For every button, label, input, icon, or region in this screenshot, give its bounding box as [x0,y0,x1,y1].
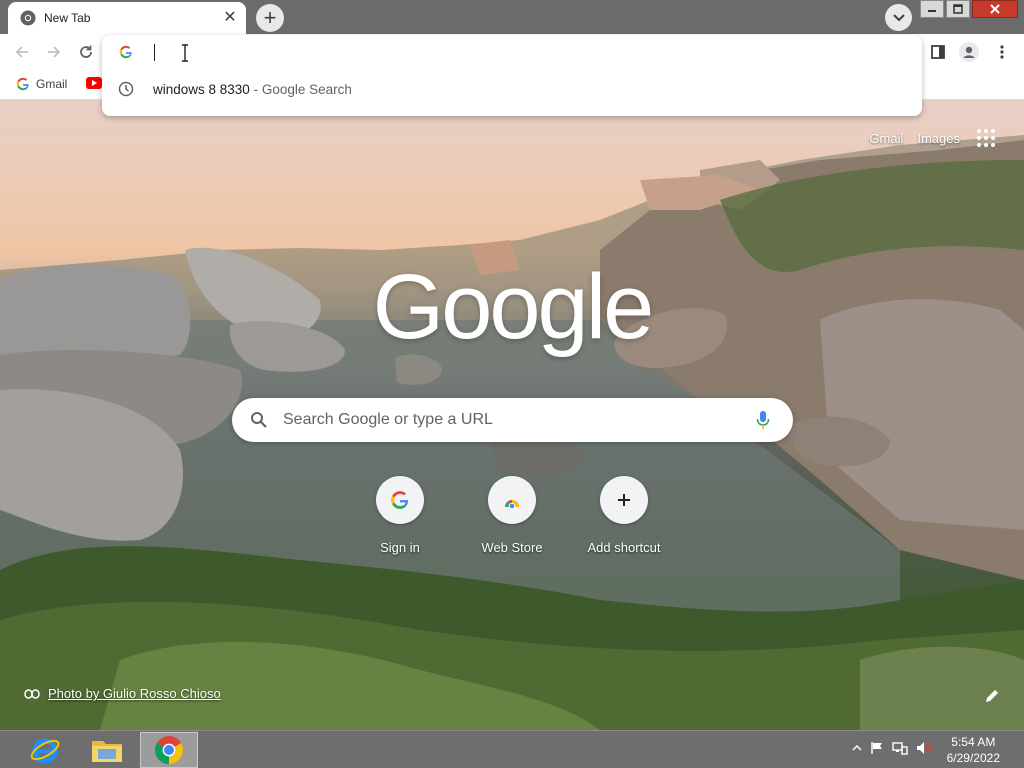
bookmark-youtube[interactable] [86,77,102,89]
shortcut-sign-in[interactable]: Sign in [344,476,456,555]
side-panel-button[interactable] [928,42,948,62]
shortcut-web-store-label: Web Store [481,540,543,555]
reload-icon [80,45,92,58]
ntp-search-box[interactable]: Search Google or type a URL [232,398,793,442]
back-arrow-icon [15,46,28,58]
omnibox-dropdown: windows 8 8330 - Google Search [102,35,922,116]
suggestion-query: windows 8 8330 [153,81,250,97]
ibeam-cursor-icon [182,44,188,62]
profile-button[interactable] [959,42,979,62]
volume-muted-icon[interactable] [916,741,932,755]
internet-explorer-icon [30,738,60,764]
search-icon [251,412,267,428]
plus-icon [618,494,630,506]
taskbar-chrome[interactable] [140,732,198,768]
tab-close-icon[interactable]: ✕ [222,10,238,26]
images-link[interactable]: Images [917,131,960,146]
google-g-icon [119,45,132,59]
text-caret [154,44,155,61]
youtube-icon [86,77,102,89]
kebab-menu-icon [1000,45,1004,59]
google-apps-icon[interactable] [974,126,998,150]
bookmark-gmail[interactable]: Gmail [16,77,67,91]
shortcut-add[interactable]: Add shortcut [568,476,680,555]
chevron-down-icon [892,13,905,21]
google-g-icon [391,491,409,509]
restore-button[interactable] [946,0,970,18]
shortcut-add-label: Add shortcut [587,540,661,555]
taskbar-date: 6/29/2022 [946,751,1000,765]
history-clock-icon [118,81,134,97]
ntp-top-links: Gmail Images [869,126,998,150]
restore-icon [953,4,963,14]
minimize-button[interactable] [920,0,944,18]
google-g-icon [16,77,29,91]
tab-strip: New Tab ✕ + [0,0,1024,34]
shortcut-web-store[interactable]: Web Store [456,476,568,555]
microphone-icon[interactable] [755,410,771,430]
taskbar-clock[interactable]: 5:54 AM 6/29/2022 [947,734,1000,766]
web-store-icon [503,498,521,510]
chrome-icon [20,10,36,26]
tab-search-button[interactable] [885,4,912,31]
menu-button[interactable] [992,42,1012,62]
reload-button[interactable] [76,42,96,62]
chrome-icon [155,736,183,764]
new-tab-button[interactable]: + [256,4,284,32]
google-logo: Google [372,256,655,358]
shortcut-sign-in-label: Sign in [380,540,420,555]
omnibox-suggestion[interactable]: windows 8 8330 - Google Search [102,75,922,103]
taskbar-internet-explorer[interactable] [16,732,74,768]
suggestion-description: Google Search [261,81,352,97]
ntp-search-placeholder: Search Google or type a URL [283,411,493,428]
tab-new-tab[interactable]: New Tab ✕ [8,2,246,34]
close-window-button[interactable] [972,0,1018,18]
windows-taskbar: 5:54 AM 6/29/2022 [0,730,1024,768]
link-icon [24,688,40,699]
minimize-icon [928,10,936,12]
profile-avatar-icon [959,42,979,62]
close-icon [990,4,1000,14]
pencil-icon[interactable] [984,688,1000,704]
forward-arrow-icon [48,46,61,58]
shortcut-sign-in-tile [376,476,424,524]
system-tray [852,741,932,755]
shortcut-web-store-tile [488,476,536,524]
taskbar-time: 5:54 AM [951,735,996,749]
window-controls [920,0,1018,18]
suggestion-separator: - [249,81,262,97]
forward-button[interactable] [44,42,64,62]
photo-credit-text: Photo by Giulio Rosso Chioso [48,686,221,701]
bookmark-gmail-label: Gmail [36,77,68,91]
photo-credit-link[interactable]: Photo by Giulio Rosso Chioso [24,686,221,701]
back-button[interactable] [12,42,32,62]
action-center-flag-icon[interactable] [870,741,884,755]
gmail-link[interactable]: Gmail [869,131,903,146]
tray-overflow-icon[interactable] [852,744,862,752]
side-panel-icon [931,45,945,59]
shortcut-add-tile [600,476,648,524]
chrome-window: New Tab ✕ + Gmail Gmail Images Google Se… [0,0,1024,768]
address-bar-input[interactable] [152,43,852,63]
tab-title: New Tab [44,11,91,25]
file-explorer-icon [92,741,122,762]
taskbar-file-explorer[interactable] [78,732,136,768]
network-icon[interactable] [892,741,908,755]
